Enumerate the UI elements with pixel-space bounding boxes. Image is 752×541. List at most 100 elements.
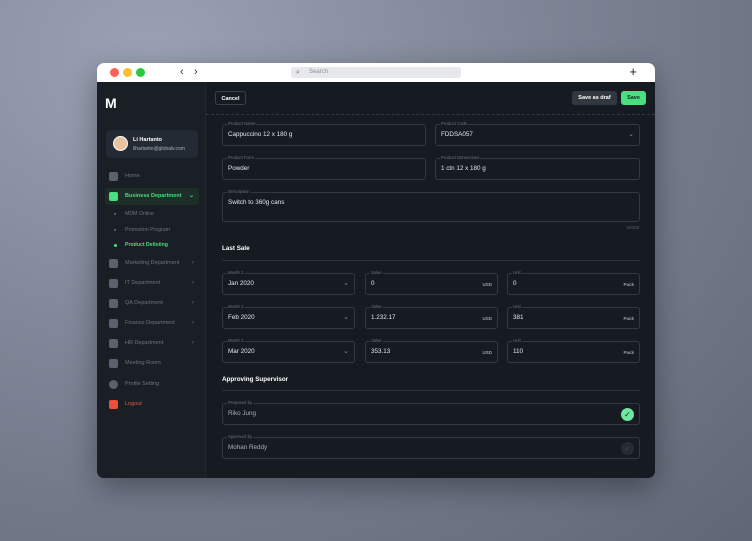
sidebar-item-hr[interactable]: HR Department › (105, 335, 199, 352)
field-label: Proposed by (227, 400, 254, 405)
divider (222, 390, 640, 391)
field-label: Value (370, 304, 383, 309)
save-draft-button[interactable]: Save as draf (572, 91, 617, 105)
sidebar-item-label: QA Department (125, 300, 163, 306)
sidebar-item-logout[interactable]: Logout (105, 396, 199, 413)
sidebar-item-label: Logout (125, 401, 142, 407)
field-label: Approved by (227, 434, 254, 439)
subitem-mdm-online[interactable]: MDM Online (114, 211, 154, 217)
sidebar: M Li Hartanto lihartanto@globalv.com Hom… (97, 82, 206, 478)
network-icon (109, 279, 118, 288)
field-value: 1.232.17 (371, 314, 396, 321)
field-value: Riko Jung (228, 410, 257, 417)
unit-input[interactable]: Unit 110 Pack (507, 338, 640, 363)
sidebar-item-label: Business Department (125, 193, 182, 199)
sidebar-item-home[interactable]: Home (105, 168, 199, 185)
presentation-icon (109, 259, 118, 268)
chevron-right-icon: › (192, 300, 194, 306)
sidebar-item-marketing[interactable]: Marketing Department › (105, 255, 199, 272)
unit-input[interactable]: Unit 0 Pack (507, 270, 640, 295)
check-icon: ✓ (621, 442, 634, 455)
subitem-product-delisting[interactable]: Product Delisting (114, 242, 168, 248)
check-icon: ✓ (621, 408, 634, 421)
month-select[interactable]: Month 2 Mar 2020 ⌄ (222, 338, 355, 363)
product-form-input[interactable]: Product Form Powder (222, 155, 426, 180)
sidebar-item-label: Marketing Department (125, 260, 180, 266)
chart-icon (109, 192, 118, 201)
field-label: Product Code (440, 121, 469, 126)
invoice-icon (109, 319, 118, 328)
sidebar-item-finance[interactable]: Finance Department › (105, 315, 199, 332)
sidebar-item-profile-setting[interactable]: Profile Setting (105, 376, 199, 393)
divider (206, 114, 655, 115)
unit-suffix: Pack (623, 282, 634, 287)
logout-icon (109, 400, 118, 409)
field-label: Month 1 (227, 270, 245, 275)
people-icon (109, 339, 118, 348)
minimize-window-button[interactable] (123, 68, 132, 77)
description-textarea[interactable]: Description Switch to 360g cans (222, 189, 640, 222)
value-input[interactable]: Value 353.13 USD (365, 338, 498, 363)
sidebar-item-label: IT Department (125, 280, 161, 286)
field-value: 0 (513, 280, 517, 287)
gear-icon (109, 380, 118, 389)
close-window-button[interactable] (110, 68, 119, 77)
field-label: Product Form (227, 155, 256, 160)
field-value: 110 (513, 348, 524, 355)
currency-suffix: USD (482, 316, 492, 321)
chevron-down-icon: ⌄ (343, 348, 349, 355)
currency-suffix: USD (482, 350, 492, 355)
field-label: Unit (512, 304, 522, 309)
sidebar-item-qa[interactable]: QA Department › (105, 295, 199, 312)
field-label: Unit (512, 270, 522, 275)
avatar (113, 136, 128, 151)
save-button[interactable]: Save (621, 91, 646, 105)
field-label: Value (370, 270, 383, 275)
product-dimensions-input[interactable]: Product Dimensions 1 ctn 12 x 180 g (435, 155, 640, 180)
field-label: Unit (512, 338, 522, 343)
user-name: Li Hartanto (133, 137, 163, 143)
chevron-right-icon: › (192, 320, 194, 326)
back-button[interactable]: ‹ (180, 66, 184, 78)
field-value: 0 (371, 280, 375, 287)
field-value: Jan 2020 (228, 280, 254, 287)
search-icon: ⌕ (296, 69, 300, 76)
sidebar-item-business[interactable]: Business Department ⌄ (105, 188, 199, 205)
user-email: lihartanto@globalv.com (133, 146, 185, 152)
logo[interactable]: M (105, 95, 117, 111)
month-select[interactable]: Month 2 Feb 2020 ⌄ (222, 304, 355, 329)
unit-input[interactable]: Unit 381 Pack (507, 304, 640, 329)
forward-button[interactable]: › (194, 66, 198, 78)
sidebar-item-meeting-room[interactable]: Meeting Room (105, 355, 199, 372)
profile-card[interactable]: Li Hartanto lihartanto@globalv.com (106, 130, 198, 158)
chevron-down-icon: ⌄ (343, 280, 349, 287)
cancel-button[interactable]: Cancel (215, 91, 246, 105)
field-value: Powder (228, 165, 250, 172)
field-value: Mar 2020 (228, 348, 255, 355)
app-window: ‹ › ⌕ Search + M Li Hartanto lihartanto@g… (97, 63, 655, 478)
sidebar-item-it[interactable]: IT Department › (105, 275, 199, 292)
subitem-promotion-program[interactable]: Promotion Program (114, 227, 170, 233)
month-select[interactable]: Month 1 Jan 2020 ⌄ (222, 270, 355, 295)
sidebar-item-label: HR Department (125, 340, 164, 346)
field-label: Month 2 (227, 304, 245, 309)
approved-by-field: Approved by Mohan Reddy ✓ (222, 434, 640, 459)
chevron-right-icon: › (192, 260, 194, 266)
value-input[interactable]: Value 1.232.17 USD (365, 304, 498, 329)
value-input[interactable]: Value 0 USD (365, 270, 498, 295)
sidebar-item-label: Profile Setting (125, 381, 160, 387)
sidebar-item-label: Meeting Room (125, 360, 161, 366)
product-code-select[interactable]: Product Code FDDSA057 ⌄ (435, 121, 640, 146)
meeting-icon (109, 359, 118, 368)
field-value: Switch to 360g cans (228, 199, 285, 206)
proposed-by-field: Proposed by Riko Jung ✓ (222, 400, 640, 425)
new-tab-button[interactable]: + (629, 64, 637, 79)
maximize-window-button[interactable] (136, 68, 145, 77)
search-input[interactable]: ⌕ Search (291, 67, 461, 78)
character-counter: 19/300 (626, 225, 640, 230)
last-sale-heading: Last Sale (222, 245, 250, 252)
field-label: Product Name (227, 121, 257, 126)
product-name-input[interactable]: Product Name Cappuccino 12 x 180 g (222, 121, 426, 146)
field-value: Feb 2020 (228, 314, 255, 321)
unit-suffix: Pack (623, 350, 634, 355)
